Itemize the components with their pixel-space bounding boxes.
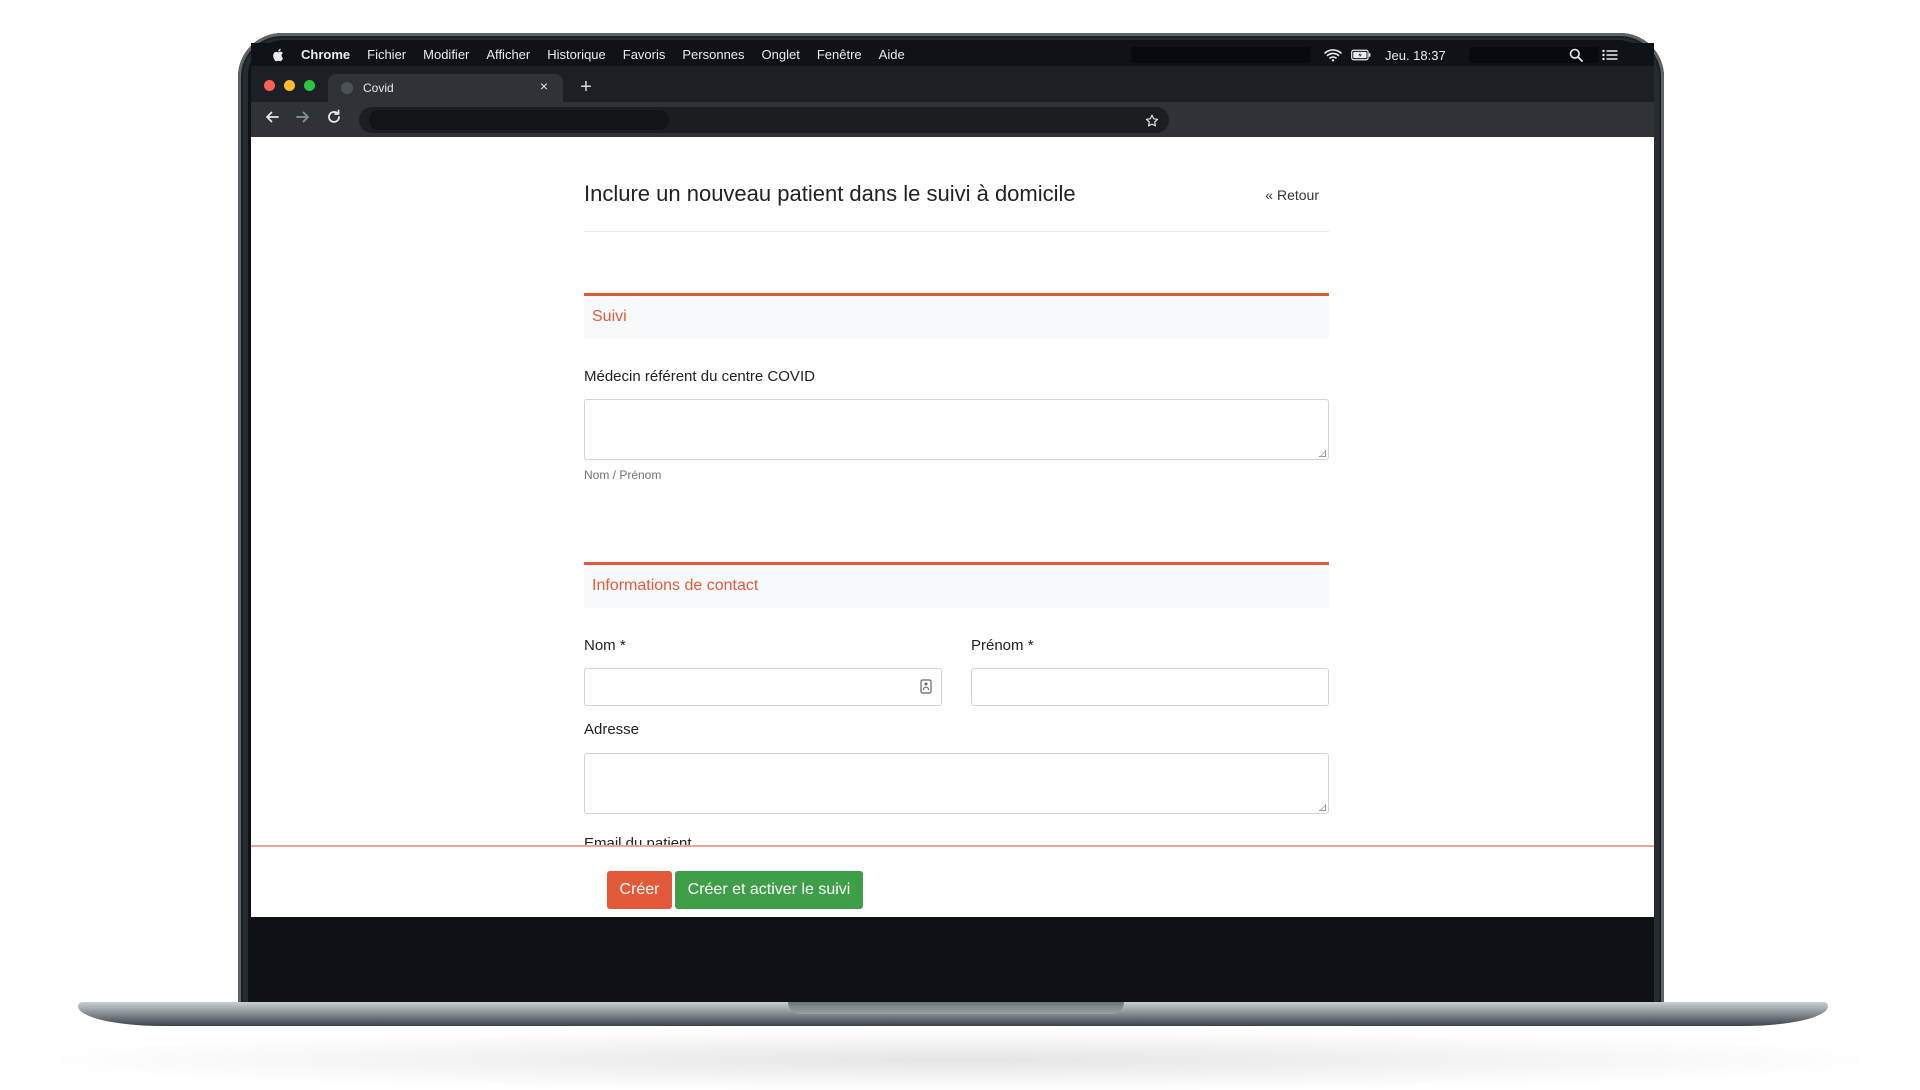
nom-label: Nom *: [584, 637, 626, 654]
section-header-suivi: Suivi: [584, 293, 1329, 339]
tab-close-icon[interactable]: ×: [535, 78, 553, 94]
menu-onglet[interactable]: Onglet: [762, 47, 800, 62]
battery-icon[interactable]: [1351, 45, 1371, 65]
title-divider: [584, 231, 1329, 232]
wifi-icon[interactable]: [1323, 45, 1343, 65]
redacted-url: [369, 110, 669, 130]
back-arrow-icon[interactable]: [261, 108, 283, 130]
nom-input[interactable]: [584, 668, 942, 706]
laptop-screen: Chrome Fichier Modifier Afficher Histori…: [251, 43, 1654, 965]
browser-tab-covid[interactable]: Covid ×: [328, 74, 563, 102]
section-title-contact: Informations de contact: [592, 577, 759, 594]
sticky-action-bar: Créer Créer et activer le suivi: [251, 845, 1654, 919]
menu-fenetre[interactable]: Fenêtre: [817, 47, 862, 62]
tab-title: Covid: [363, 81, 394, 95]
forward-arrow-icon[interactable]: [292, 108, 314, 130]
menu-afficher[interactable]: Afficher: [486, 47, 530, 62]
menu-chrome[interactable]: Chrome: [301, 47, 350, 62]
mac-menubar: Chrome Fichier Modifier Afficher Histori…: [251, 43, 1654, 66]
medecin-label: Médecin référent du centre COVID: [584, 368, 815, 385]
email-label: Email du patient: [584, 836, 692, 845]
menu-modifier[interactable]: Modifier: [423, 47, 469, 62]
create-button[interactable]: Créer: [607, 871, 672, 909]
bookmark-star-icon[interactable]: [1145, 109, 1159, 133]
control-center-list-icon[interactable]: [1600, 45, 1620, 65]
section-title-suivi: Suivi: [592, 308, 627, 325]
screen-bottom-edge: [251, 917, 1654, 965]
reload-icon[interactable]: [323, 108, 345, 130]
redacted-status-items: [1131, 47, 1311, 63]
page-viewport: Inclure un nouveau patient dans le suivi…: [251, 137, 1654, 965]
menu-personnes[interactable]: Personnes: [682, 47, 744, 62]
address-bar[interactable]: [359, 107, 1169, 133]
page-title: Inclure un nouveau patient dans le suivi…: [584, 181, 1076, 206]
laptop-shadow: [60, 1030, 1860, 1090]
adresse-textarea[interactable]: [584, 753, 1329, 814]
menu-aide[interactable]: Aide: [879, 47, 905, 62]
window-zoom-button[interactable]: [304, 80, 315, 91]
medecin-help-text: Nom / Prénom: [584, 468, 662, 482]
create-and-activate-button[interactable]: Créer et activer le suivi: [675, 871, 863, 909]
menu-historique[interactable]: Historique: [547, 47, 606, 62]
apple-icon[interactable]: [271, 48, 285, 62]
spotlight-search-icon[interactable]: [1566, 45, 1586, 65]
menu-fichier[interactable]: Fichier: [367, 47, 406, 62]
menubar-clock[interactable]: Jeu. 18:37: [1385, 48, 1446, 63]
prenom-input[interactable]: [971, 668, 1329, 706]
favicon-icon: [341, 82, 353, 94]
browser-tabbar: Covid × +: [251, 66, 1654, 102]
browser-toolbar: [251, 102, 1654, 137]
menu-favoris[interactable]: Favoris: [623, 47, 666, 62]
window-close-button[interactable]: [264, 80, 275, 91]
contact-card-autofill-icon[interactable]: [920, 679, 932, 699]
prenom-label: Prénom *: [971, 637, 1034, 654]
new-tab-button[interactable]: +: [576, 76, 596, 99]
window-minimize-button[interactable]: [284, 80, 295, 91]
laptop-hinge-notch: [788, 1002, 1124, 1014]
medecin-textarea[interactable]: [584, 399, 1329, 460]
section-header-contact: Informations de contact: [584, 562, 1329, 608]
back-link[interactable]: « Retour: [1265, 187, 1319, 203]
adresse-label: Adresse: [584, 721, 640, 738]
